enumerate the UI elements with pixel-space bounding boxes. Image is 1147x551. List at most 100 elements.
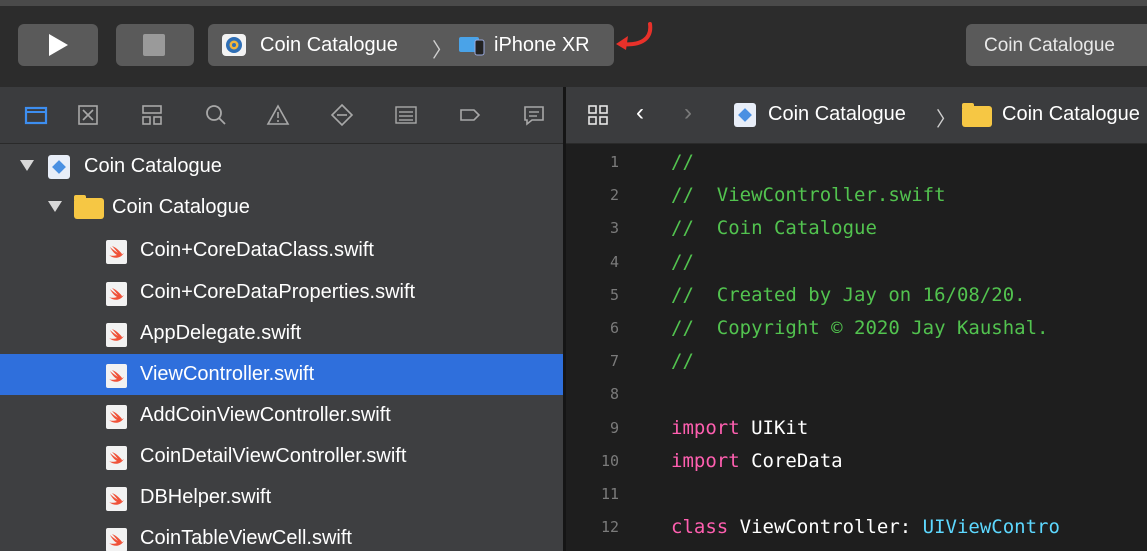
source-control-icon[interactable] bbox=[76, 103, 100, 127]
line-number: 3 bbox=[609, 219, 619, 238]
code-text: import CoreData bbox=[671, 450, 843, 472]
code-line[interactable]: 2 // ViewController.swift bbox=[566, 180, 1147, 213]
tree-row-file[interactable]: CoinTableViewCell.swift bbox=[0, 518, 563, 551]
app-target-icon bbox=[222, 34, 246, 56]
file-label: DBHelper.swift bbox=[140, 486, 272, 508]
stop-button[interactable] bbox=[116, 24, 194, 66]
tree-row-file[interactable]: CoinDetailViewController.swift bbox=[0, 436, 563, 477]
code-line[interactable]: 6 // Copyright © 2020 Jay Kaushal. bbox=[566, 313, 1147, 346]
code-line[interactable]: 5 // Created by Jay on 16/08/20. bbox=[566, 280, 1147, 313]
tree-row-file-selected[interactable]: ViewController.swift bbox=[0, 354, 563, 395]
project-navigator: Coin Catalogue Coin Catalogue Coin+CoreD… bbox=[0, 87, 563, 551]
code-line[interactable]: 7 // bbox=[566, 346, 1147, 379]
folder-icon bbox=[74, 195, 104, 219]
jump-bar-folder[interactable]: Coin Catalogue bbox=[1002, 103, 1140, 126]
folder-navigator-icon[interactable] bbox=[24, 103, 48, 127]
breakpoint-icon[interactable] bbox=[458, 103, 482, 127]
search-icon[interactable] bbox=[204, 103, 228, 127]
swift-file-icon bbox=[106, 240, 127, 264]
code-token-comment: // bbox=[671, 151, 694, 173]
code-text: // bbox=[671, 251, 694, 273]
code-text: // Created by Jay on 16/08/20. bbox=[671, 284, 1026, 306]
swift-file-icon bbox=[106, 364, 127, 388]
source-editor: ‹ › Coin Catalogue 〉 Coin Catalogue 1 // 2… bbox=[566, 87, 1147, 551]
disclosure-triangle-icon[interactable] bbox=[48, 201, 62, 212]
code-area[interactable]: 1 // 2 // ViewController.swift 3 // Coin Cata… bbox=[566, 144, 1147, 551]
toolbar-top-edge bbox=[0, 0, 1147, 6]
file-label: Coin+CoreDataProperties.swift bbox=[140, 281, 416, 303]
code-text: import UIKit bbox=[671, 417, 808, 439]
line-number: 5 bbox=[609, 285, 619, 304]
line-number: 6 bbox=[609, 319, 619, 337]
swift-file-icon bbox=[106, 405, 127, 429]
code-token-comment: // Coin Catalogue bbox=[671, 217, 877, 240]
code-text: // Copyright © 2020 Jay Kaushal. bbox=[671, 317, 1049, 339]
code-line[interactable]: 1 // bbox=[566, 147, 1147, 180]
line-number: 1 bbox=[609, 153, 619, 171]
code-text: // ViewController.swift bbox=[671, 184, 946, 206]
file-label: AddCoinViewController.swift bbox=[140, 404, 391, 426]
swift-file-icon bbox=[106, 487, 127, 511]
symbol-navigator-icon[interactable] bbox=[140, 103, 164, 127]
line-number: 7 bbox=[609, 352, 619, 371]
code-text: class ViewController: UIViewContro bbox=[671, 516, 1060, 538]
code-line[interactable]: 11 bbox=[566, 479, 1147, 512]
test-diamond-icon[interactable] bbox=[330, 103, 354, 127]
code-token-comment: // Copyright © 2020 Jay Kaushal. bbox=[671, 317, 1049, 339]
warning-icon[interactable] bbox=[266, 103, 290, 127]
activity-text: Coin Catalogue bbox=[984, 35, 1115, 56]
report-bubble-icon[interactable] bbox=[522, 103, 546, 127]
scheme-app-name[interactable]: Coin Catalogue bbox=[260, 34, 398, 57]
stop-icon bbox=[143, 34, 165, 56]
code-line[interactable]: 3 // Coin Catalogue bbox=[566, 213, 1147, 246]
code-line[interactable]: 8 bbox=[566, 379, 1147, 412]
code-line[interactable]: 4 // bbox=[566, 247, 1147, 280]
code-line[interactable]: 9 import UIKit bbox=[566, 413, 1147, 446]
tree-row-file[interactable]: AddCoinViewController.swift bbox=[0, 395, 563, 436]
debug-list-icon[interactable] bbox=[394, 103, 418, 127]
code-token-keyword: class bbox=[671, 516, 729, 539]
tree-row-group[interactable]: Coin Catalogue bbox=[0, 187, 563, 228]
code-token-keyword: import bbox=[671, 416, 740, 439]
forward-chevron-icon[interactable]: › bbox=[684, 99, 692, 127]
tree-row-file[interactable]: Coin+CoreDataClass.swift bbox=[0, 230, 563, 271]
tree-row-file[interactable]: Coin+CoreDataProperties.swift bbox=[0, 272, 563, 313]
line-number: 12 bbox=[600, 518, 619, 537]
annotation-arrow-icon bbox=[616, 22, 653, 50]
tree-row-project[interactable]: Coin Catalogue bbox=[0, 146, 563, 187]
line-number: 8 bbox=[609, 385, 619, 404]
code-token-plain: UIKit bbox=[739, 416, 809, 439]
code-text: // Coin Catalogue bbox=[671, 217, 877, 239]
code-line[interactable]: 12 class ViewController: UIViewContro bbox=[566, 512, 1147, 545]
code-token-comment: // ViewController.swift bbox=[671, 184, 946, 207]
jump-bar: ‹ › Coin Catalogue 〉 Coin Catalogue bbox=[566, 87, 1147, 144]
code-line[interactable]: 10 import CoreData bbox=[566, 446, 1147, 479]
code-token-comment: // Created by Jay on 16/08/20. bbox=[671, 283, 1026, 306]
jump-bar-project[interactable]: Coin Catalogue bbox=[768, 103, 906, 126]
run-button[interactable] bbox=[18, 24, 98, 66]
code-text: // bbox=[671, 350, 694, 372]
file-label: AppDelegate.swift bbox=[140, 322, 302, 344]
swift-file-icon bbox=[106, 446, 127, 470]
simulator-device-icon bbox=[459, 37, 485, 56]
code-token-plain: CoreData bbox=[739, 449, 843, 472]
toolbar: Coin Catalogue 〉 iPhone XR Coin Catalogu… bbox=[0, 0, 1147, 87]
folder-icon bbox=[962, 103, 992, 127]
scheme-device-name[interactable]: iPhone XR bbox=[494, 34, 590, 57]
file-label: CoinTableViewCell.swift bbox=[140, 527, 352, 549]
line-number: 4 bbox=[609, 252, 619, 271]
navigator-selector-bar bbox=[0, 87, 563, 144]
line-number: 9 bbox=[609, 418, 619, 437]
code-text: // bbox=[671, 151, 694, 173]
xcode-project-icon bbox=[734, 103, 756, 127]
project-label: Coin Catalogue bbox=[84, 155, 222, 177]
code-token-type: UIViewContro bbox=[922, 516, 1060, 539]
tree-row-file[interactable]: DBHelper.swift bbox=[0, 477, 563, 518]
back-chevron-icon[interactable]: ‹ bbox=[636, 99, 644, 127]
xcode-project-icon bbox=[48, 155, 70, 179]
file-label: CoinDetailViewController.swift bbox=[140, 445, 407, 467]
disclosure-triangle-icon[interactable] bbox=[20, 160, 34, 171]
scheme-selector[interactable]: Coin Catalogue 〉 iPhone XR bbox=[208, 24, 614, 66]
tree-row-file[interactable]: AppDelegate.swift bbox=[0, 313, 563, 354]
related-items-grid-icon[interactable] bbox=[586, 103, 610, 127]
